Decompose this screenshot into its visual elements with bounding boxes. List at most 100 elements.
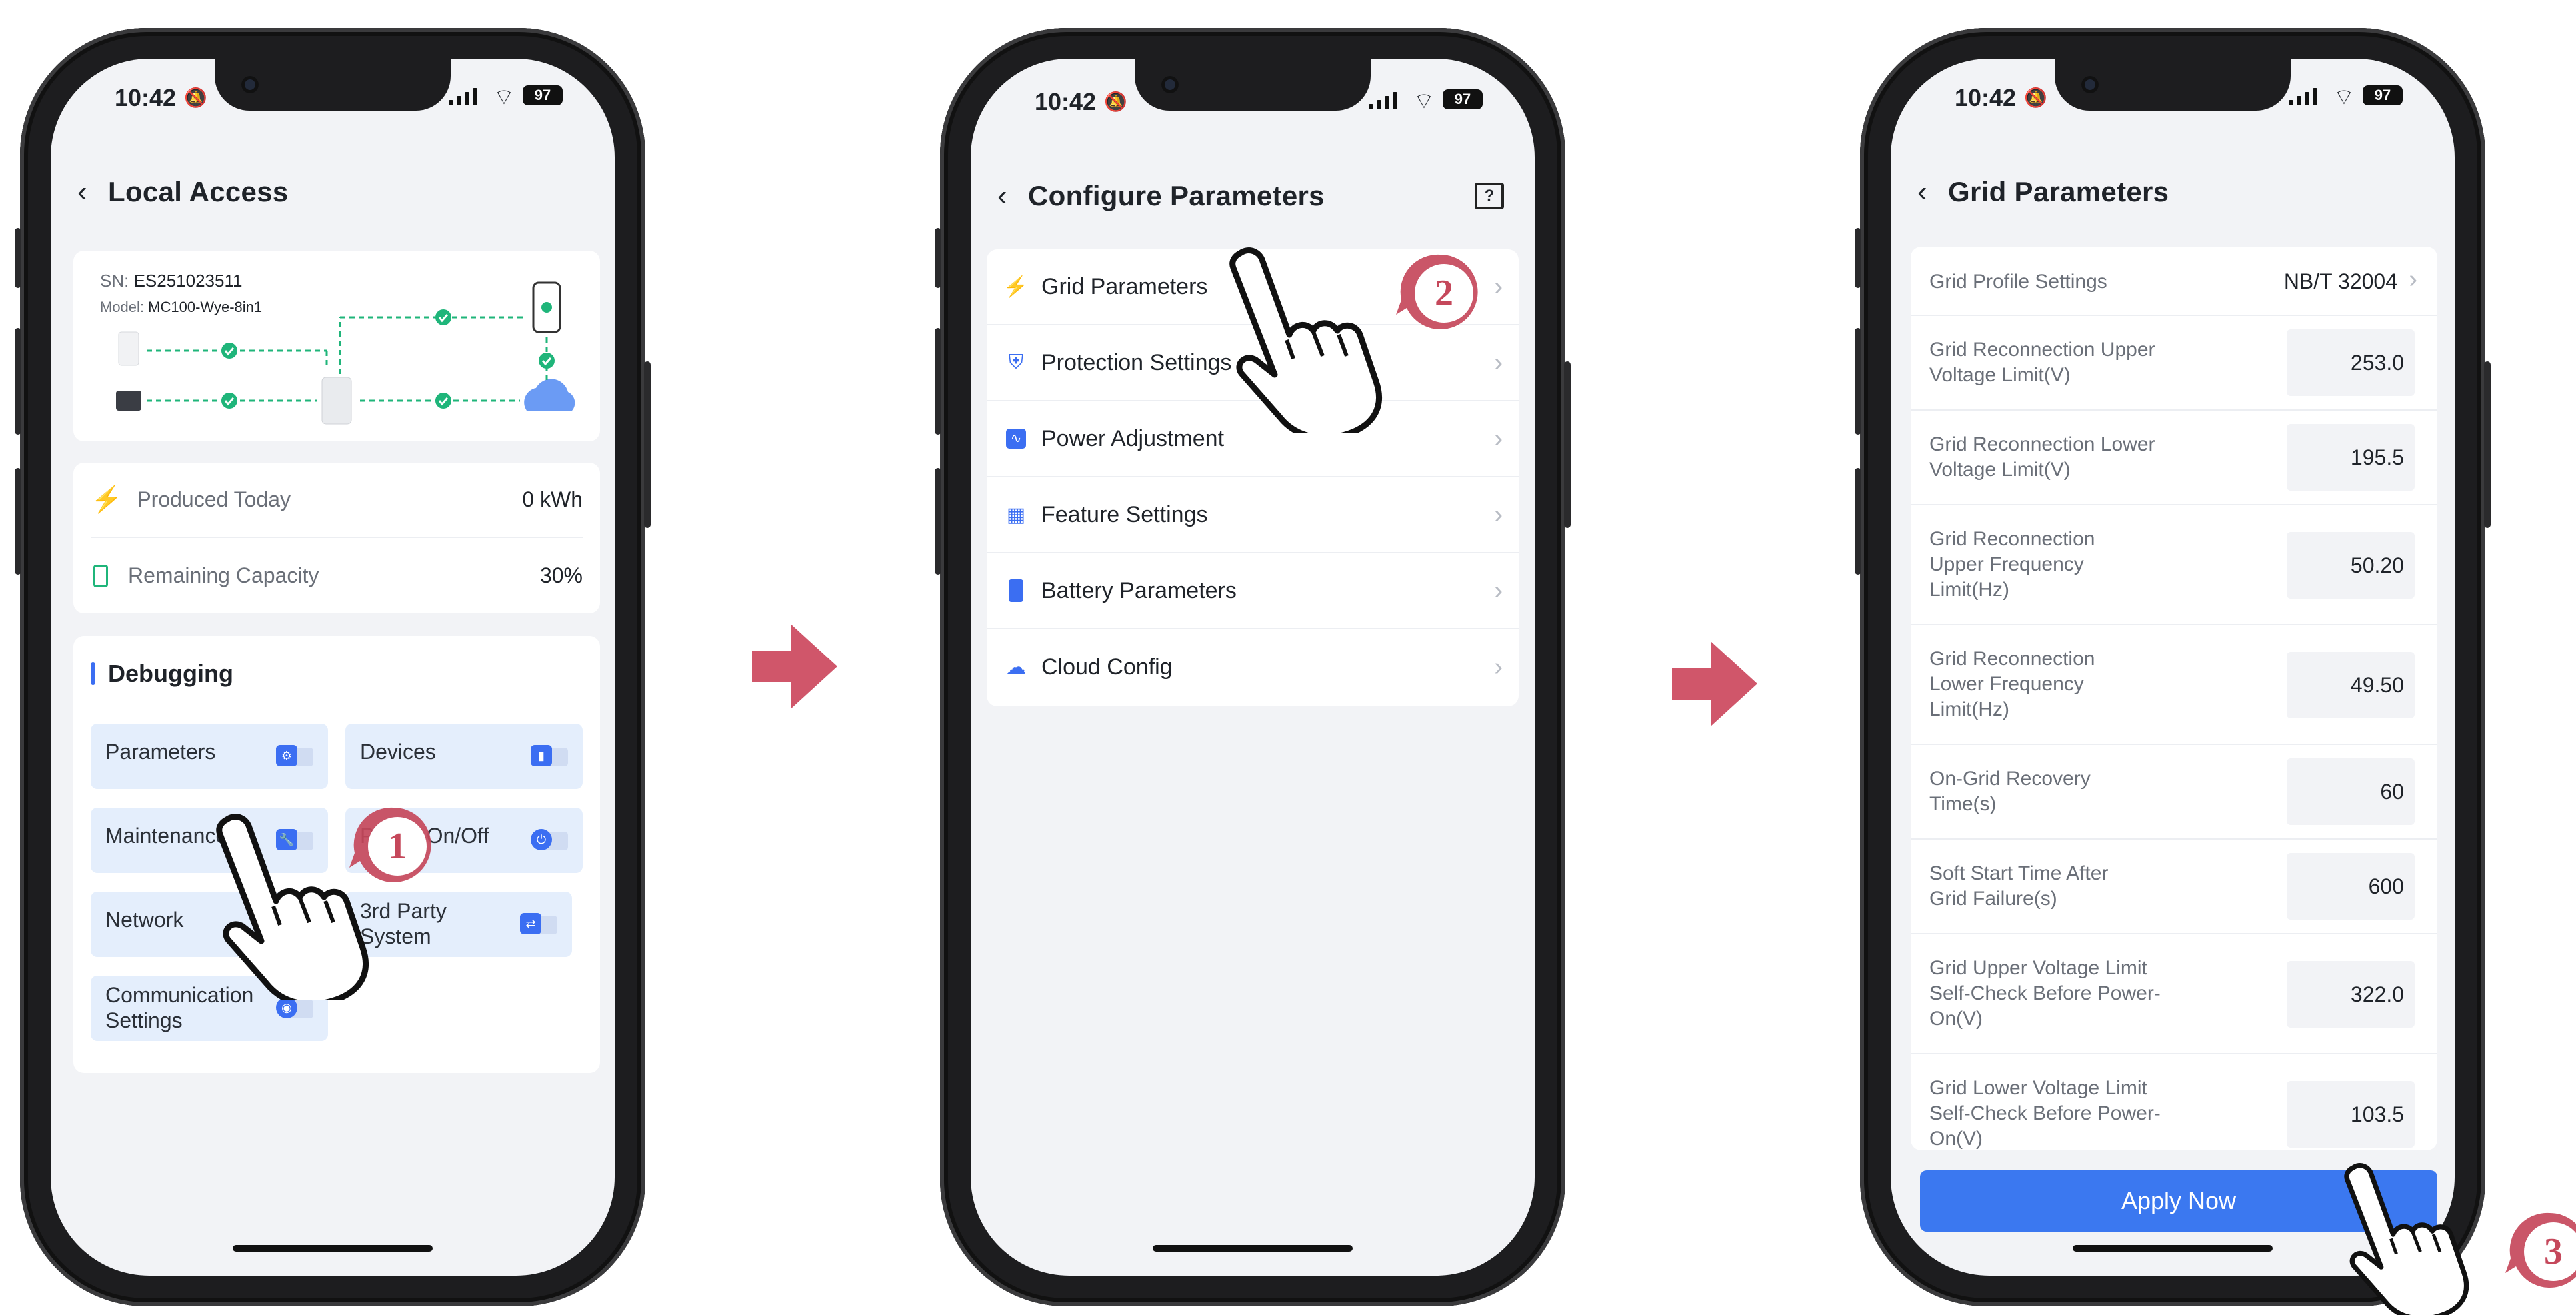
battery-indicator: 97 <box>523 85 563 105</box>
battery-icon <box>93 564 108 587</box>
grid-params-list: Grid Profile Settings NB/T 32004 › Grid … <box>1911 247 2437 1150</box>
param-row: Soft Start Time After Grid Failure(s) 60… <box>1911 840 2437 934</box>
nav-bar: ‹ Local Access <box>51 165 615 219</box>
wifi-icon: ⌔ <box>1413 89 1435 114</box>
battery-icon <box>1003 577 1029 604</box>
check-icon <box>221 343 237 359</box>
device-card: SN: ES251023511 Model: MC100-Wye-8in1 <box>73 251 600 441</box>
param-input[interactable]: 50.20 <box>2287 532 2415 599</box>
bell-muted-icon: 🔕 <box>1104 91 1127 112</box>
tower-icon: ⚡ <box>1003 275 1029 298</box>
bell-muted-icon: 🔕 <box>2024 87 2047 108</box>
param-input[interactable]: 253.0 <box>2287 329 2415 396</box>
battery-indicator: 97 <box>2363 85 2403 105</box>
param-input[interactable]: 49.50 <box>2287 652 2415 718</box>
chevron-right-icon: › <box>1494 272 1503 301</box>
param-row: Grid Reconnection Upper Frequency Limit(… <box>1911 505 2437 625</box>
stat-value: 0 kWh <box>522 487 583 511</box>
screen-local-access: 10:42 🔕 ⌔ 97 ‹ Local Access SN: ES251023… <box>51 59 615 1276</box>
chevron-right-icon: › <box>1494 500 1503 529</box>
cloud-icon <box>524 379 575 411</box>
menu-item-battery-parameters[interactable]: Battery Parameters › <box>987 553 1519 629</box>
param-input[interactable]: 600 <box>2287 853 2415 920</box>
wifi-icon: ⌔ <box>2333 85 2355 110</box>
signal-icon <box>1369 91 1397 109</box>
screen-grid-parameters: 10:42 🔕 ⌔ 97 ‹ Grid Parameters Grid Prof… <box>1891 59 2455 1276</box>
param-row: Grid Reconnection Lower Voltage Limit(V)… <box>1911 411 2437 505</box>
arrow-right-icon <box>752 624 837 709</box>
shield-icon: ⛨ <box>1008 351 1024 373</box>
grid-profile-value: NB/T 32004 <box>2283 269 2397 293</box>
pv-panel-icon <box>118 331 139 366</box>
notch <box>2055 59 2291 111</box>
tile-devices[interactable]: Devices ▮ <box>345 724 583 789</box>
status-time: 10:42 <box>1035 88 1097 115</box>
grid-profile-row[interactable]: Grid Profile Settings NB/T 32004 › <box>1911 247 2437 316</box>
check-icon <box>435 309 451 325</box>
param-row: Grid Reconnection Lower Frequency Limit(… <box>1911 625 2437 745</box>
notch <box>215 59 451 111</box>
chevron-right-icon: › <box>2409 265 2417 293</box>
nav-bar: ‹ Configure Parameters ? <box>971 169 1535 223</box>
meter-icon <box>116 391 141 411</box>
back-icon[interactable]: ‹ <box>1917 175 1948 209</box>
arrow-right-icon <box>1672 641 1757 726</box>
param-input[interactable]: 103.5 <box>2287 1081 2415 1148</box>
signal-icon <box>2289 87 2317 105</box>
step-badge-1: 1 <box>349 807 431 882</box>
stat-label: Produced Today <box>137 487 291 511</box>
notch <box>1135 59 1371 111</box>
menu-item-cloud-config[interactable]: ☁ Cloud Config › <box>987 629 1519 705</box>
status-time: 10:42 <box>1955 84 2017 111</box>
check-icon <box>221 393 237 409</box>
tile-parameters[interactable]: Parameters ⚙ <box>91 724 328 789</box>
tutorial-stage: 10:42 🔕 ⌔ 97 ‹ Local Access SN: ES251023… <box>0 0 2576 1315</box>
svg-text:2: 2 <box>1435 273 1453 314</box>
menu-item-feature-settings[interactable]: ▦ Feature Settings › <box>987 477 1519 553</box>
param-row: Grid Reconnection Upper Voltage Limit(V)… <box>1911 316 2437 411</box>
chevron-right-icon: › <box>1494 653 1503 681</box>
check-icon <box>539 353 555 369</box>
link-icon: ⇄ <box>520 913 559 937</box>
back-icon[interactable]: ‹ <box>77 175 108 209</box>
chevron-right-icon: › <box>1494 424 1503 453</box>
back-icon[interactable]: ‹ <box>997 179 1028 213</box>
pulse-icon: ∿ <box>1003 425 1029 452</box>
home-indicator <box>233 1245 433 1252</box>
step-badge-2: 2 <box>1396 254 1478 329</box>
pointer-hand-icon <box>1229 247 1382 433</box>
chart-icon: ▮ <box>531 745 569 769</box>
stat-row: ⚡ Produced Today 0 kWh <box>91 463 583 538</box>
phone-frame-2: 10:42 🔕 ⌔ 97 ‹ Configure Parameters ? ⚡ … <box>935 28 1571 1306</box>
bell-muted-icon: 🔕 <box>184 87 207 108</box>
stat-value: 30% <box>539 563 583 587</box>
signal-icon <box>449 87 477 105</box>
antenna-icon: ◉ <box>276 997 315 1021</box>
pointer-hand-icon <box>2344 1163 2469 1315</box>
step-badge-3: 3 <box>2505 1212 2576 1288</box>
stat-label: Remaining Capacity <box>128 563 319 587</box>
param-input[interactable]: 195.5 <box>2287 424 2415 491</box>
power-icon: ⏻ <box>531 829 569 853</box>
stat-row: Remaining Capacity 30% <box>91 538 583 613</box>
home-indicator <box>1153 1245 1353 1252</box>
gear-icon: ⚙ <box>276 745 315 769</box>
front-camera <box>241 76 259 93</box>
chevron-right-icon: › <box>1494 576 1503 605</box>
param-row: On-Grid Recovery Time(s) 60 <box>1911 745 2437 840</box>
page-title: Configure Parameters <box>1028 180 1325 211</box>
stats-card: ⚡ Produced Today 0 kWh Remaining Capacit… <box>73 463 600 613</box>
help-icon[interactable]: ? <box>1475 183 1504 209</box>
param-input[interactable]: 60 <box>2287 758 2415 825</box>
param-input[interactable]: 322.0 <box>2287 961 2415 1028</box>
param-row: Grid Upper Voltage Limit Self-Check Befo… <box>1911 934 2437 1054</box>
page-title: Grid Parameters <box>1948 176 2169 207</box>
lightning-icon: ⚡ <box>91 485 123 514</box>
inverter-icon <box>321 377 352 425</box>
check-icon <box>435 393 451 409</box>
wifi-icon: ⌔ <box>493 85 515 110</box>
nav-bar: ‹ Grid Parameters <box>1891 165 2455 219</box>
status-time: 10:42 <box>115 84 177 111</box>
topology-diagram <box>116 281 575 425</box>
page-title: Local Access <box>108 176 289 207</box>
